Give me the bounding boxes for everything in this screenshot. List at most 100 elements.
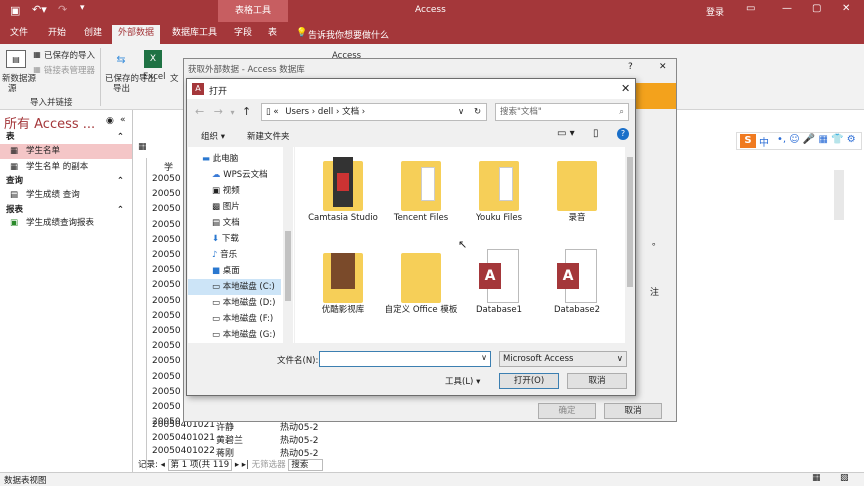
ime-mode[interactable]: 中 — [759, 134, 769, 149]
nav-section-tables[interactable]: 表 ⌃ — [0, 130, 132, 144]
table-row[interactable]: 20050 — [152, 311, 181, 321]
table-row[interactable]: 20050 — [152, 174, 181, 184]
design-view-icon[interactable]: ▧ — [840, 473, 849, 483]
undo-icon[interactable]: ↶▾ — [32, 3, 47, 16]
nav-section-queries[interactable]: 查询 ⌃ — [0, 174, 132, 188]
tell-me-box[interactable]: 告诉我你想要做什么 — [308, 28, 389, 41]
cell-name[interactable]: 黄碧兰 — [216, 433, 243, 446]
recent-icon[interactable]: ▾ — [230, 108, 234, 117]
organize-button[interactable]: 组织 ▾ — [201, 130, 225, 142]
up-icon[interactable]: ↑ — [242, 105, 251, 118]
saved-imports-button[interactable]: 已保存的导入 — [44, 49, 95, 61]
back-icon[interactable]: ← — [195, 105, 204, 118]
filter-indicator[interactable]: 无筛选器 — [252, 460, 286, 470]
table-row[interactable]: 20050 — [152, 356, 181, 366]
sidebar-item-music[interactable]: ♪ 音乐 — [188, 247, 281, 263]
sidebar-scrollbar[interactable] — [283, 147, 293, 343]
table-row[interactable]: 20050 — [152, 387, 181, 397]
folder-youku[interactable]: Youku Files — [459, 157, 539, 224]
sidebar-item-desktop[interactable]: ■ 桌面 — [188, 263, 281, 279]
nav-dropdown-icon[interactable]: ◉ — [106, 116, 114, 126]
sidebar-item-pc[interactable]: ▬ 此电脑 — [188, 151, 281, 167]
table-row[interactable]: 20050 — [152, 235, 181, 245]
tab-create[interactable]: 创建 — [78, 25, 108, 44]
breadcrumb-dell[interactable]: dell — [318, 107, 333, 117]
address-bar[interactable]: ▯ « Users › dell › 文档 › ∨ ↻ — [261, 103, 487, 121]
close-icon[interactable]: ✕ — [842, 3, 850, 14]
cell-id[interactable]: 20050401022 — [152, 446, 215, 456]
linked-table-manager-button[interactable]: 链接表管理器 — [44, 64, 95, 76]
help-icon[interactable]: ? — [628, 62, 633, 72]
breadcrumb-users[interactable]: Users — [285, 107, 309, 117]
open-dialog-close-icon[interactable]: ✕ — [621, 82, 630, 95]
sidebar-item-drive-c[interactable]: ▭ 本地磁盘 (C:) — [188, 279, 281, 295]
excel-icon[interactable]: X — [144, 50, 162, 68]
customize-icon[interactable]: ▾ — [80, 3, 85, 13]
table-row[interactable]: 20050 — [152, 341, 181, 351]
table-row[interactable]: 20050 — [152, 326, 181, 336]
preview-pane-icon[interactable]: ▯ — [593, 128, 599, 139]
record-position-field[interactable]: 第 1 项(共 119 — [167, 459, 233, 471]
forward-icon[interactable]: → — [214, 105, 223, 118]
table-row[interactable]: 20050 — [152, 189, 181, 199]
tab-file[interactable]: 文件 — [4, 25, 34, 44]
ime-tools-icon[interactable]: •, ☺ 🎤 ▦ 👕 ⚙ — [777, 134, 856, 145]
folder-office-templates[interactable]: 自定义 Office 模板 — [381, 249, 461, 316]
view-options-icon[interactable]: ▭ ▾ — [557, 128, 575, 139]
ok-button[interactable]: 确定 — [538, 403, 596, 419]
text-button[interactable]: 文 — [170, 72, 179, 84]
folder-youku-library[interactable]: 优酷影视库 — [303, 249, 383, 316]
filetype-select[interactable]: Microsoft Access ∨ — [499, 351, 627, 367]
search-box[interactable]: 搜索 — [288, 459, 324, 471]
table-tab[interactable]: ▦ — [138, 142, 158, 156]
tab-home[interactable]: 开始 — [42, 25, 72, 44]
sidebar-item-pictures[interactable]: ▩ 图片 — [188, 199, 281, 215]
new-folder-button[interactable]: 新建文件夹 — [247, 130, 290, 142]
tab-external-data[interactable]: 外部数据 — [112, 25, 161, 44]
table-row[interactable]: 20050 — [152, 402, 181, 412]
dialog-close-icon[interactable]: ✕ — [659, 62, 667, 72]
nav-item-student-list-copy[interactable]: ▦ 学生名单 的副本 — [0, 160, 132, 175]
open-button[interactable]: 打开(O) — [499, 373, 559, 389]
cell-id[interactable]: 20050401021 — [152, 433, 215, 443]
ribbon-options-icon[interactable]: ▭ — [746, 3, 755, 14]
sidebar-item-drive-g[interactable]: ▭ 本地磁盘 (G:) — [188, 327, 281, 343]
outer-cancel-button[interactable]: 取消 — [604, 403, 662, 419]
tab-database-tools[interactable]: 数据库工具 — [166, 25, 223, 44]
nav-item-query[interactable]: ▤ 学生成绩 查询 — [0, 188, 132, 203]
table-row[interactable]: 20050 — [152, 296, 181, 306]
file-database2[interactable]: A Database2 — [537, 249, 617, 316]
record-next-buttons[interactable]: ▸ ▸| — [235, 460, 252, 470]
table-row[interactable]: 20050 — [152, 280, 181, 290]
save-icon[interactable]: ▣ — [10, 4, 20, 17]
sidebar-item-video[interactable]: ▣ 视频 — [188, 183, 281, 199]
sidebar-item-drive-f[interactable]: ▭ 本地磁盘 (F:) — [188, 311, 281, 327]
saved-exports-icon[interactable]: ⇆ — [110, 50, 132, 68]
filename-dropdown-icon[interactable]: ∨ — [481, 353, 487, 362]
file-database1[interactable]: A Database1 — [459, 249, 539, 316]
refresh-icon[interactable]: ↻ — [474, 104, 481, 120]
new-data-source-icon[interactable]: ▤ — [6, 50, 26, 68]
excel-button[interactable]: Excel — [143, 72, 166, 82]
search-icon[interactable]: ⌕ — [619, 104, 624, 120]
ime-toolbar[interactable]: S 中 •, ☺ 🎤 ▦ 👕 ⚙ — [736, 132, 862, 150]
sidebar-item-documents[interactable]: ▤ 文档 — [188, 215, 281, 231]
minimize-icon[interactable]: — — [782, 3, 792, 14]
table-row[interactable]: 20050 — [152, 204, 181, 214]
maximize-icon[interactable]: ▢ — [812, 3, 821, 14]
table-row[interactable]: 20050 — [152, 372, 181, 382]
table-row[interactable]: 20050 — [152, 265, 181, 275]
tools-button[interactable]: 工具(L) ▾ — [445, 375, 480, 387]
datasheet-view-icon[interactable]: ▦ — [812, 473, 821, 483]
nav-item-student-list[interactable]: ▦ 学生名单 — [0, 144, 132, 159]
tab-fields[interactable]: 字段 — [228, 25, 258, 44]
cancel-button[interactable]: 取消 — [567, 373, 627, 389]
nav-item-report[interactable]: ▣ 学生成绩查询报表 — [0, 216, 132, 231]
filename-input[interactable]: ∨ — [319, 351, 491, 367]
sidebar-item-downloads[interactable]: ⬇ 下载 — [188, 231, 281, 247]
cell-class[interactable]: 热动05-2 — [280, 433, 318, 446]
table-row[interactable]: 20050 — [152, 220, 181, 230]
nav-collapse-icon[interactable]: « — [120, 115, 126, 125]
record-nav-buttons[interactable]: ◂ — [161, 460, 168, 470]
column-header[interactable]: 学 — [164, 160, 173, 173]
